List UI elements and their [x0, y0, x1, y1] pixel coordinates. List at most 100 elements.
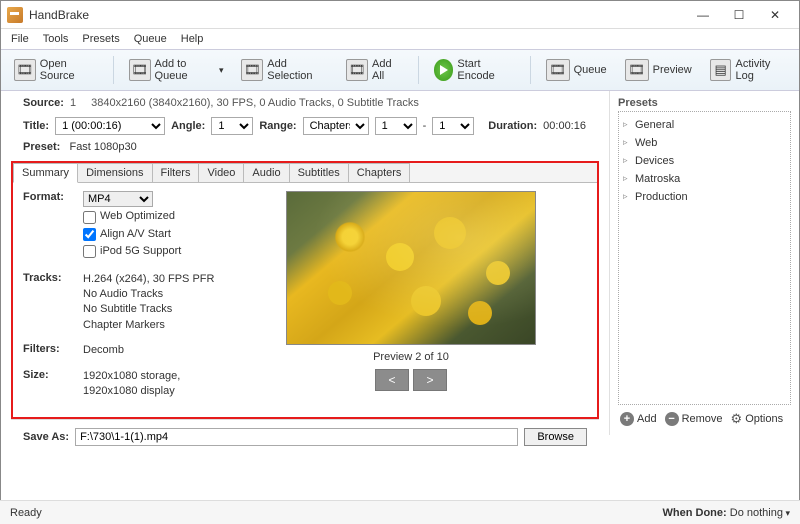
when-done-select[interactable]: Do nothing: [730, 507, 790, 519]
close-button[interactable]: ✕: [757, 4, 793, 26]
menu-queue[interactable]: Queue: [128, 31, 173, 47]
angle-label: Angle:: [171, 120, 205, 132]
web-optimized-checkbox[interactable]: [83, 211, 96, 224]
preset-add-label: Add: [637, 413, 657, 425]
presets-panel: Presets General Web Devices Matroska Pro…: [609, 91, 799, 435]
tracks-value: H.264 (x264), 30 FPS PFR No Audio Tracks…: [83, 272, 223, 334]
tab-content: Format: MP4 Web Optimized Align A/V Star…: [13, 183, 597, 413]
preset-matroska[interactable]: Matroska: [621, 170, 788, 188]
preset-label: Preset:: [23, 141, 60, 153]
preset-remove-button[interactable]: −Remove: [665, 412, 723, 426]
title-select[interactable]: 1 (00:00:16): [55, 117, 165, 135]
status-bar: Ready When Done: Do nothing: [0, 500, 800, 524]
align-av-checkbox[interactable]: [83, 228, 96, 241]
add-to-queue-button[interactable]: 🎞Add to Queue: [122, 54, 231, 86]
preset-add-button[interactable]: +Add: [620, 412, 657, 426]
save-as-label: Save As:: [23, 431, 69, 443]
range-from-select[interactable]: 1: [375, 117, 417, 135]
left-column: Source: 1 3840x2160 (3840x2160), 30 FPS,…: [1, 91, 609, 435]
menu-help[interactable]: Help: [175, 31, 210, 47]
range-to-select[interactable]: 1: [432, 117, 474, 135]
toolbar: 🎞Open Source 🎞Add to Queue 🎞Add Selectio…: [1, 49, 799, 91]
menu-presets[interactable]: Presets: [76, 31, 125, 47]
source-info: 3840x2160 (3840x2160), 30 FPS, 0 Audio T…: [91, 97, 419, 109]
preview-nav: < >: [375, 369, 447, 391]
queue-label: Queue: [574, 64, 607, 76]
queue-button[interactable]: 🎞 Queue: [539, 55, 614, 85]
status-ready: Ready: [10, 507, 42, 519]
preview-counter: Preview 2 of 10: [373, 351, 449, 363]
start-encode-button[interactable]: Start Encode: [427, 54, 522, 86]
add-selection-icon: 🎞: [241, 59, 263, 81]
preview-label: Preview: [653, 64, 692, 76]
tab-filters[interactable]: Filters: [152, 163, 200, 182]
add-selection-label: Add Selection: [267, 58, 328, 82]
tab-audio[interactable]: Audio: [243, 163, 289, 182]
summary-fields: Format: MP4 Web Optimized Align A/V Star…: [23, 191, 223, 405]
angle-select[interactable]: 1: [211, 117, 253, 135]
queue-icon: 🎞: [546, 59, 570, 81]
align-av-label: Align A/V Start: [100, 227, 171, 242]
preset-value: Fast 1080p30: [69, 141, 136, 153]
open-source-icon: 🎞: [14, 59, 36, 81]
preview-pane: Preview 2 of 10 < >: [235, 191, 587, 405]
size-label: Size:: [23, 369, 83, 381]
tab-video[interactable]: Video: [198, 163, 244, 182]
range-dash: -: [423, 120, 427, 132]
preview-button[interactable]: 🎞Preview: [618, 55, 699, 85]
tab-strip: Summary Dimensions Filters Video Audio S…: [13, 163, 597, 183]
open-source-label: Open Source: [40, 58, 98, 82]
add-selection-button[interactable]: 🎞Add Selection: [234, 54, 335, 86]
preset-options-label: Options: [745, 413, 783, 425]
ipod-5g-checkbox[interactable]: [83, 245, 96, 258]
open-source-button[interactable]: 🎞Open Source: [7, 54, 105, 86]
add-to-queue-label: Add to Queue: [155, 58, 215, 82]
presets-title: Presets: [618, 95, 791, 111]
menu-file[interactable]: File: [5, 31, 35, 47]
tab-summary[interactable]: Summary: [13, 163, 78, 183]
log-icon: ▤: [710, 59, 732, 81]
presets-tree: General Web Devices Matroska Production: [618, 111, 791, 405]
add-all-icon: 🎞: [346, 59, 368, 81]
save-line: Save As: Browse: [11, 419, 599, 454]
tab-subtitles[interactable]: Subtitles: [289, 163, 349, 182]
range-mode-select[interactable]: Chapters: [303, 117, 369, 135]
main-area: Source: 1 3840x2160 (3840x2160), 30 FPS,…: [1, 91, 799, 435]
save-as-input[interactable]: [75, 428, 518, 446]
source-index: 1: [70, 97, 76, 109]
preview-image: [286, 191, 536, 345]
preview-prev-button[interactable]: <: [375, 369, 409, 391]
ipod-5g-label: iPod 5G Support: [100, 244, 181, 259]
add-queue-icon: 🎞: [129, 59, 151, 81]
gear-icon: ⚙: [731, 411, 743, 427]
minimize-button[interactable]: —: [685, 4, 721, 26]
activity-log-label: Activity Log: [735, 58, 786, 82]
format-select[interactable]: MP4: [83, 191, 153, 207]
add-all-label: Add All: [372, 58, 403, 82]
maximize-button[interactable]: ☐: [721, 4, 757, 26]
filters-value: Decomb: [83, 343, 223, 358]
title-label: Title:: [23, 120, 49, 132]
separator: [113, 56, 114, 84]
titlebar: HandBrake — ☐ ✕: [1, 1, 799, 29]
minus-icon: −: [665, 412, 679, 426]
separator: [530, 56, 531, 84]
add-all-button[interactable]: 🎞Add All: [339, 54, 409, 86]
play-icon: [434, 59, 454, 81]
preset-general[interactable]: General: [621, 116, 788, 134]
preview-next-button[interactable]: >: [413, 369, 447, 391]
preset-line: Preset: Fast 1080p30: [11, 141, 599, 161]
plus-icon: +: [620, 412, 634, 426]
preset-web[interactable]: Web: [621, 134, 788, 152]
menu-tools[interactable]: Tools: [37, 31, 75, 47]
preset-production[interactable]: Production: [621, 188, 788, 206]
tab-dimensions[interactable]: Dimensions: [77, 163, 152, 182]
presets-buttons: +Add −Remove ⚙Options: [618, 405, 791, 433]
preset-devices[interactable]: Devices: [621, 152, 788, 170]
browse-button[interactable]: Browse: [524, 428, 587, 446]
tab-container: Summary Dimensions Filters Video Audio S…: [11, 161, 599, 419]
tab-chapters[interactable]: Chapters: [348, 163, 411, 182]
preset-options-button[interactable]: ⚙Options: [731, 411, 784, 427]
activity-log-button[interactable]: ▤Activity Log: [703, 54, 793, 86]
range-label: Range:: [259, 120, 296, 132]
